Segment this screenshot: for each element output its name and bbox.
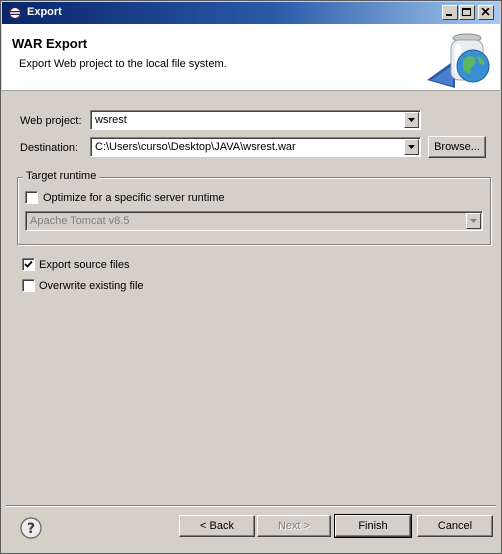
web-project-value: wsrest — [95, 114, 127, 126]
web-project-dropdown-button[interactable] — [404, 112, 419, 128]
page-title: WAR Export — [12, 36, 88, 51]
war-jar-globe-icon — [427, 33, 490, 88]
minimize-button[interactable] — [442, 5, 458, 20]
maximize-button[interactable] — [459, 5, 475, 20]
target-runtime-title: Target runtime — [23, 170, 100, 182]
eclipse-icon — [8, 6, 22, 20]
server-runtime-dropdown-button — [466, 213, 481, 229]
web-project-label: Web project: — [20, 115, 82, 127]
next-button: Next > — [257, 515, 331, 537]
title-bar[interactable]: Export — [2, 2, 500, 24]
export-source-label[interactable]: Export source files — [39, 259, 129, 271]
cancel-button-label: Cancel — [437, 520, 473, 532]
back-button[interactable]: < Back — [179, 515, 255, 537]
page-description: Export Web project to the local file sys… — [19, 58, 227, 70]
close-button[interactable] — [478, 5, 494, 20]
back-button-label: < Back — [200, 520, 234, 532]
destination-combo[interactable]: C:\Users\curso\Desktop\JAVA\wsrest.war — [90, 137, 421, 157]
chevron-down-icon — [470, 219, 477, 223]
overwrite-checkbox[interactable] — [22, 279, 35, 292]
wizard-header: WAR Export Export Web project to the loc… — [2, 24, 500, 91]
web-project-combo[interactable]: wsrest — [90, 110, 421, 130]
export-source-checkbox[interactable] — [22, 258, 35, 271]
server-runtime-combo: Apache Tomcat v8.5 — [25, 211, 483, 231]
optimize-runtime-checkbox[interactable] — [25, 191, 38, 204]
browse-button[interactable]: Browse... — [428, 136, 486, 158]
server-runtime-value: Apache Tomcat v8.5 — [30, 215, 130, 227]
destination-label: Destination: — [20, 142, 79, 154]
next-button-label: Next > — [277, 520, 311, 532]
maximize-icon — [462, 8, 471, 16]
minimize-icon — [446, 14, 452, 16]
overwrite-label[interactable]: Overwrite existing file — [39, 280, 144, 292]
browse-button-label: Browse... — [434, 141, 480, 153]
finish-button-label: Finish — [358, 520, 388, 532]
export-dialog: Export WAR Export Export Web project to … — [0, 0, 502, 554]
footer-separator — [6, 505, 496, 507]
window-title: Export — [27, 6, 62, 18]
chevron-down-icon — [408, 145, 415, 149]
svg-text:?: ? — [27, 521, 35, 537]
cancel-button[interactable]: Cancel — [417, 515, 493, 537]
destination-value: C:\Users\curso\Desktop\JAVA\wsrest.war — [95, 141, 296, 153]
help-icon[interactable]: ? — [20, 517, 42, 539]
finish-button[interactable]: Finish — [334, 514, 412, 538]
chevron-down-icon — [408, 118, 415, 122]
checkmark-icon — [24, 260, 33, 268]
close-icon — [481, 8, 490, 16]
destination-dropdown-button[interactable] — [404, 139, 419, 155]
optimize-runtime-label[interactable]: Optimize for a specific server runtime — [43, 192, 225, 204]
